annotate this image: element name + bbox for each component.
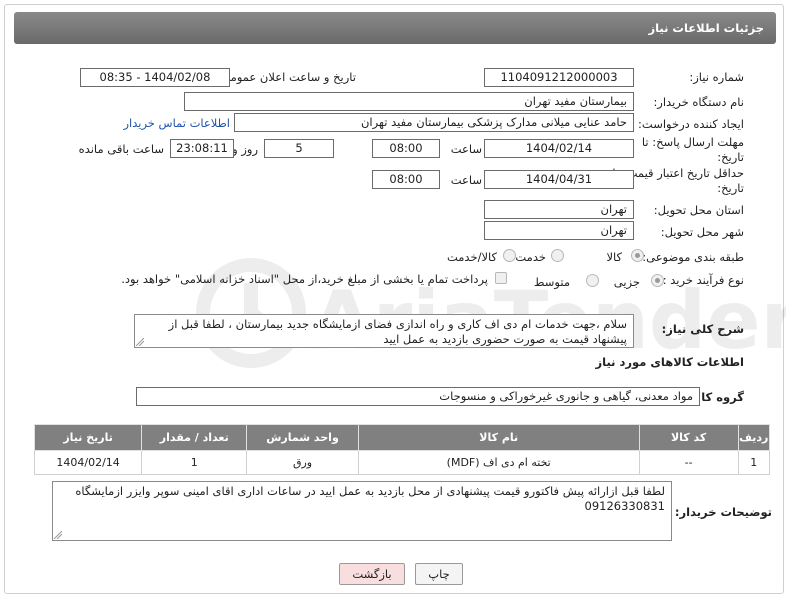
process-partial-radio[interactable] — [651, 274, 664, 287]
table-header-cell: تعداد / مقدار — [141, 424, 248, 451]
table-cell-unit: ورق — [246, 450, 359, 475]
page-title: جزئیات اطلاعات نیاز — [648, 21, 764, 35]
category-goods-radio[interactable] — [631, 249, 644, 262]
validity-date-field: 1404/04/31 — [484, 170, 634, 189]
city-field: تهران — [484, 221, 634, 240]
category-service-radio[interactable] — [551, 249, 564, 262]
validity-time-field: 08:00 — [372, 170, 440, 189]
city-label: شهر محل تحویل: — [660, 225, 744, 239]
province-field: تهران — [484, 200, 634, 219]
province-label: استان محل تحویل: — [653, 203, 744, 217]
table-cell-need-date: 1404/02/14 — [33, 450, 143, 475]
buyer-notes-textarea[interactable]: لطفا قبل ازارائه پیش فاکتورو قیمت پیشنها… — [52, 481, 672, 541]
remaining-word: ساعت باقی مانده — [78, 142, 164, 156]
table-header-cell: نام کالا — [357, 424, 640, 451]
table-header-cell: ردیف — [737, 424, 771, 451]
resize-handle-icon[interactable] — [136, 338, 144, 346]
process-partial-text: جزیی — [613, 275, 640, 289]
payment-note: پرداخت تمام یا بخشی از مبلغ خرید،از محل … — [121, 272, 488, 286]
table-header-cell: کد کالا — [638, 424, 739, 451]
category-both-radio[interactable] — [503, 249, 516, 262]
need-number-label: شماره نیاز: — [689, 70, 744, 84]
table-header-cell: واحد شمارش — [246, 424, 359, 451]
process-medium-text: متوسط — [533, 275, 570, 289]
category-both-text: کالا/خدمت — [446, 250, 497, 264]
contact-buyer-link[interactable]: اطلاعات تماس خریدار — [123, 116, 230, 130]
buyer-org-label: نام دستگاه خریدار: — [653, 95, 744, 109]
creator-label: ایجاد کننده درخواست: — [638, 117, 744, 131]
description-label: شرح کلی نیاز: — [661, 322, 744, 336]
need-number-field: 1104091212000003 — [484, 68, 634, 87]
validity-time-word: ساعت — [450, 173, 482, 187]
remaining-time-field: 23:08:11 — [170, 139, 234, 158]
buyer-org-field: بیمارستان مفید تهران — [184, 92, 634, 111]
table-cell-quantity: 1 — [141, 450, 248, 475]
deadline-time-word: ساعت — [450, 142, 482, 156]
days-word: روز و — [232, 142, 258, 156]
goods-group-field: مواد معدنی، گیاهی و جانوری غیرخوراکی و م… — [136, 387, 700, 406]
table-cell-goods-name: تخته ام دی اف (MDF) — [357, 450, 640, 475]
creator-field: حامد عنایی میلانی مدارک پزشکی بیمارستان … — [234, 113, 634, 132]
resize-handle-icon[interactable] — [54, 531, 62, 539]
table-row: 1 -- تخته ام دی اف (MDF) ورق 1 1404/02/1… — [33, 450, 771, 475]
print-button[interactable]: چاپ — [415, 563, 463, 585]
table-cell-row-number: 1 — [737, 450, 771, 475]
deadline-date-field: 1404/02/14 — [484, 139, 634, 158]
category-service-text: خدمت — [515, 250, 546, 264]
back-button[interactable]: بازگشت — [339, 563, 405, 585]
goods-section-title: اطلاعات کالاهای مورد نیاز — [595, 355, 744, 369]
goods-table: ردیف کد کالا نام کالا واحد شمارش تعداد /… — [33, 424, 771, 475]
announce-label: تاریخ و ساعت اعلان عمومی: — [217, 70, 356, 84]
table-cell-goods-code: -- — [638, 450, 739, 475]
payment-treasury-checkbox[interactable] — [495, 272, 507, 284]
page-header: جزئیات اطلاعات نیاز — [14, 12, 776, 44]
table-header-row: ردیف کد کالا نام کالا واحد شمارش تعداد /… — [33, 424, 771, 451]
process-medium-radio[interactable] — [586, 274, 599, 287]
days-count-field: 5 — [264, 139, 334, 158]
deadline-time-field: 08:00 — [372, 139, 440, 158]
category-goods-text: کالا — [606, 250, 622, 264]
category-label: طبقه بندی موضوعی: — [642, 250, 744, 264]
announce-field: 1404/02/08 - 08:35 — [80, 68, 230, 87]
buyer-notes-label: توضیحات خریدار: — [674, 505, 772, 519]
description-textarea[interactable]: سلام ،جهت خدمات ام دی اف کاری و راه اندا… — [134, 314, 634, 348]
process-label: نوع فرآیند خرید : — [662, 273, 744, 287]
table-header-cell: تاریخ نیاز — [33, 424, 143, 451]
